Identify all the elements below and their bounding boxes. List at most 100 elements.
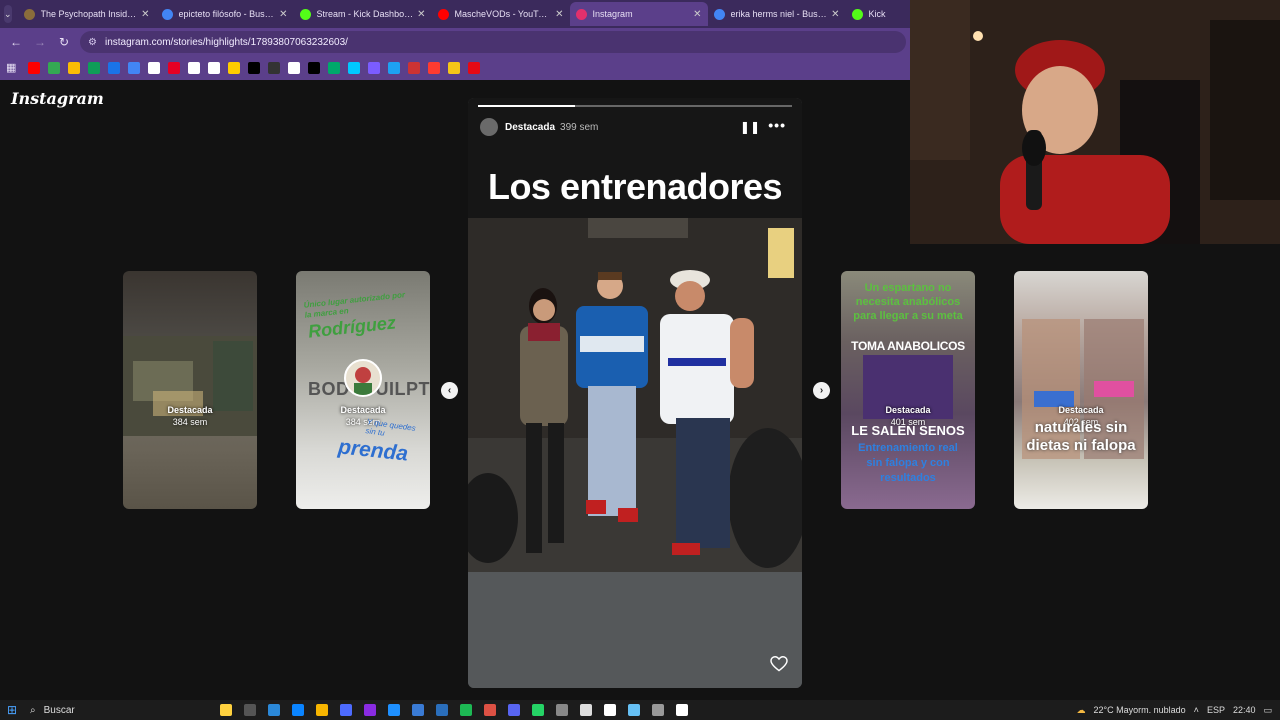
pause-icon[interactable]: ❚❚ bbox=[740, 120, 760, 134]
taskbar-app-icon[interactable] bbox=[268, 704, 280, 716]
site-info-icon[interactable]: ⚙ bbox=[88, 37, 97, 48]
highlight-text-mid2: LE SALEN SENOS bbox=[851, 423, 965, 438]
bookmark-icon[interactable] bbox=[268, 62, 280, 74]
tab-favicon-icon bbox=[575, 8, 587, 20]
bookmark-icon[interactable] bbox=[208, 62, 220, 74]
browser-tab[interactable]: Instagram ✕ bbox=[569, 2, 708, 26]
highlight-card-4[interactable]: Destacada 402 sem naturales sin dietas n… bbox=[1014, 271, 1148, 509]
highlight-name: Destacada bbox=[340, 405, 386, 415]
taskbar-app-icon[interactable] bbox=[340, 704, 352, 716]
bookmark-icon[interactable] bbox=[228, 62, 240, 74]
webcam-overlay bbox=[910, 0, 1280, 244]
close-tab-icon[interactable]: ✕ bbox=[831, 9, 839, 20]
taskbar-app-icon[interactable] bbox=[652, 704, 664, 716]
bookmark-icon[interactable] bbox=[68, 62, 80, 74]
apps-grid-icon[interactable]: ▦ bbox=[6, 62, 20, 74]
show-hidden-icons[interactable]: ˄ bbox=[1194, 705, 1199, 715]
next-story-button[interactable]: › bbox=[813, 382, 830, 399]
highlight-card-2[interactable]: Único lugar autorizado por la marca en R… bbox=[296, 271, 430, 509]
tab-title: MascheVODs - YouTube bbox=[454, 9, 552, 19]
clock[interactable]: 22:40 bbox=[1233, 705, 1256, 715]
like-heart-icon[interactable] bbox=[770, 656, 788, 672]
tab-title: The Psychopath Inside: Su bbox=[40, 9, 138, 19]
forward-icon[interactable]: → bbox=[28, 35, 52, 49]
address-bar[interactable]: ⚙ instagram.com/stories/highlights/17893… bbox=[80, 31, 906, 53]
taskbar-app-icon[interactable] bbox=[388, 704, 400, 716]
browser-tab[interactable]: The Psychopath Inside: Su ✕ bbox=[18, 2, 156, 26]
taskbar-app-icon[interactable] bbox=[580, 704, 592, 716]
taskbar-search[interactable]: ⌕ Buscar bbox=[24, 702, 184, 718]
bookmark-icon[interactable] bbox=[308, 62, 320, 74]
story-viewer[interactable]: Destacada 399 sem ❚❚ ••• Los entrenadore… bbox=[468, 98, 802, 688]
bookmark-icon[interactable] bbox=[88, 62, 100, 74]
close-tab-icon[interactable]: ✕ bbox=[141, 9, 149, 20]
instagram-logo[interactable]: Instagram bbox=[11, 89, 104, 108]
browser-tab[interactable]: MascheVODs - YouTube ✕ bbox=[432, 2, 570, 26]
close-tab-icon[interactable]: ✕ bbox=[417, 9, 425, 20]
bookmark-icon[interactable] bbox=[468, 62, 480, 74]
bookmark-icon[interactable] bbox=[348, 62, 360, 74]
browser-tab[interactable]: Stream - Kick Dashboard ✕ bbox=[294, 2, 432, 26]
taskbar-app-icon[interactable] bbox=[436, 704, 448, 716]
taskbar-app-icon[interactable] bbox=[292, 704, 304, 716]
browser-tab[interactable]: epicteto filósofo - Buscar ✕ bbox=[156, 2, 294, 26]
close-tab-icon[interactable]: ✕ bbox=[555, 9, 563, 20]
bookmark-icon[interactable] bbox=[328, 62, 340, 74]
taskbar-app-icon[interactable] bbox=[412, 704, 424, 716]
taskbar-app-icon[interactable] bbox=[532, 704, 544, 716]
bookmark-icon[interactable] bbox=[368, 62, 380, 74]
highlight-text-mid: TOMA ANABOLICOS bbox=[851, 339, 965, 353]
story-progress-fill bbox=[478, 105, 576, 107]
bookmark-icon[interactable] bbox=[428, 62, 440, 74]
notification-icon[interactable]: ▭ bbox=[1263, 705, 1272, 716]
bookmark-icon[interactable] bbox=[388, 62, 400, 74]
taskbar-app-icon[interactable] bbox=[316, 704, 328, 716]
taskbar-app-icon[interactable] bbox=[220, 704, 232, 716]
tab-search-button[interactable]: ⌄ bbox=[4, 5, 12, 23]
taskbar-app-icon[interactable] bbox=[556, 704, 568, 716]
bookmark-icon[interactable] bbox=[288, 62, 300, 74]
tab-title: erika herms niel - Buscar bbox=[730, 9, 828, 19]
previous-story-button[interactable]: ‹ bbox=[441, 382, 458, 399]
taskbar-app-icon[interactable] bbox=[676, 704, 688, 716]
highlight-text-top: Un espartano no necesita anabólicos para… bbox=[853, 282, 963, 322]
story-username[interactable]: Destacada bbox=[505, 122, 555, 133]
bookmark-icon[interactable] bbox=[148, 62, 160, 74]
highlight-name: Destacada bbox=[167, 405, 213, 415]
bookmark-icon[interactable] bbox=[168, 62, 180, 74]
close-tab-icon[interactable]: ✕ bbox=[279, 9, 287, 20]
taskbar-app-icon[interactable] bbox=[604, 704, 616, 716]
more-options-icon[interactable]: ••• bbox=[768, 117, 786, 133]
taskbar-app-icon[interactable] bbox=[460, 704, 472, 716]
weather-text[interactable]: 22°C Mayorm. nublado bbox=[1094, 705, 1186, 715]
bookmark-icon[interactable] bbox=[48, 62, 60, 74]
taskbar-app-icon[interactable] bbox=[244, 704, 256, 716]
language-indicator[interactable]: ESP bbox=[1207, 705, 1225, 715]
highlight-card-1[interactable]: Destacada 384 sem bbox=[123, 271, 257, 509]
tab-title: Instagram bbox=[592, 9, 633, 19]
bookmark-icon[interactable] bbox=[448, 62, 460, 74]
highlight-card-3[interactable]: Un espartano no necesita anabólicos para… bbox=[841, 271, 975, 509]
bookmark-icon[interactable] bbox=[128, 62, 140, 74]
reload-icon[interactable]: ↻ bbox=[52, 35, 76, 49]
windows-start-icon[interactable]: ⊞ bbox=[0, 703, 24, 717]
highlight-time: 384 sem bbox=[172, 417, 208, 427]
bookmark-icon[interactable] bbox=[28, 62, 40, 74]
taskbar-app-icon[interactable] bbox=[628, 704, 640, 716]
taskbar-app-icon[interactable] bbox=[364, 704, 376, 716]
highlight-text-bottom: prenda bbox=[337, 435, 410, 466]
close-tab-icon[interactable]: ✕ bbox=[693, 9, 701, 20]
taskbar-app-icon[interactable] bbox=[484, 704, 496, 716]
taskbar-app-icon[interactable] bbox=[508, 704, 520, 716]
bookmark-icon[interactable] bbox=[408, 62, 420, 74]
weather-icon[interactable]: ☁ bbox=[1077, 705, 1086, 716]
story-avatar[interactable] bbox=[480, 118, 498, 136]
browser-tab[interactable]: erika herms niel - Buscar ✕ bbox=[708, 2, 846, 26]
story-photo bbox=[468, 218, 802, 572]
bookmark-icon[interactable] bbox=[248, 62, 260, 74]
tab-strip: ⌄ The Psychopath Inside: Su ✕ epicteto f… bbox=[0, 0, 978, 28]
bookmark-icon[interactable] bbox=[188, 62, 200, 74]
tab-favicon-icon bbox=[161, 8, 173, 20]
back-icon[interactable]: ← bbox=[4, 35, 28, 49]
bookmark-icon[interactable] bbox=[108, 62, 120, 74]
